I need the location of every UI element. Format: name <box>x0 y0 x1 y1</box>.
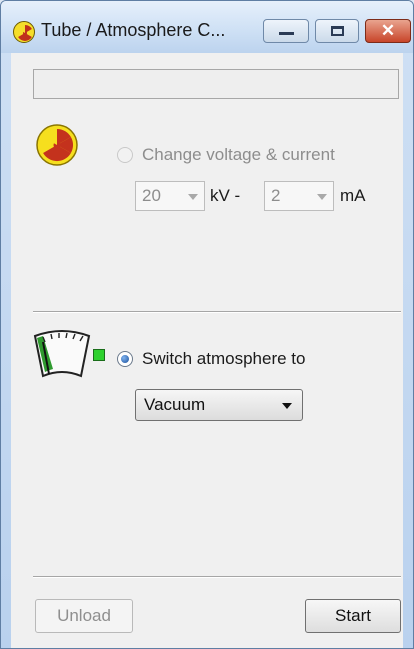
current-select[interactable]: 2 <box>264 181 334 211</box>
voltage-select[interactable]: 20 <box>135 181 205 211</box>
current-unit: mA <box>340 186 366 205</box>
unload-button[interactable]: Unload <box>35 599 133 633</box>
change-voltage-radio[interactable] <box>117 147 133 163</box>
chevron-down-icon <box>282 403 292 409</box>
status-field <box>33 69 399 99</box>
maximize-button[interactable] <box>315 19 359 43</box>
radiation-icon <box>36 124 78 166</box>
atmosphere-indicator <box>93 349 105 361</box>
minimize-icon <box>279 32 294 35</box>
atmosphere-value: Vacuum <box>144 395 206 414</box>
voltage-value: 20 <box>142 186 161 205</box>
window-title: Tube / Atmosphere C... <box>41 20 226 40</box>
voltage-unit: kV - <box>210 186 241 205</box>
change-voltage-label: Change voltage & current <box>142 145 335 164</box>
radiation-icon <box>13 21 35 43</box>
dialog-body: Change voltage & current 20 kV - 2 mA Sw… <box>11 53 403 648</box>
close-icon: ✕ <box>380 21 396 40</box>
dialog-window: Tube / Atmosphere C... ✕ Change voltage … <box>0 0 414 649</box>
section-divider <box>33 311 401 313</box>
start-button[interactable]: Start <box>305 599 401 633</box>
switch-atmosphere-label: Switch atmosphere to <box>142 349 306 368</box>
switch-atmosphere-radio[interactable] <box>117 351 133 367</box>
bottom-divider <box>33 576 401 578</box>
minimize-button[interactable] <box>263 19 309 43</box>
chevron-down-icon <box>188 194 198 200</box>
atmosphere-select[interactable]: Vacuum <box>135 389 303 421</box>
title-bar[interactable]: Tube / Atmosphere C... ✕ <box>1 1 413 53</box>
maximize-icon <box>331 26 344 36</box>
close-button[interactable]: ✕ <box>365 19 411 43</box>
current-value: 2 <box>271 186 281 205</box>
chevron-down-icon <box>317 194 327 200</box>
gauge-icon <box>33 330 91 378</box>
